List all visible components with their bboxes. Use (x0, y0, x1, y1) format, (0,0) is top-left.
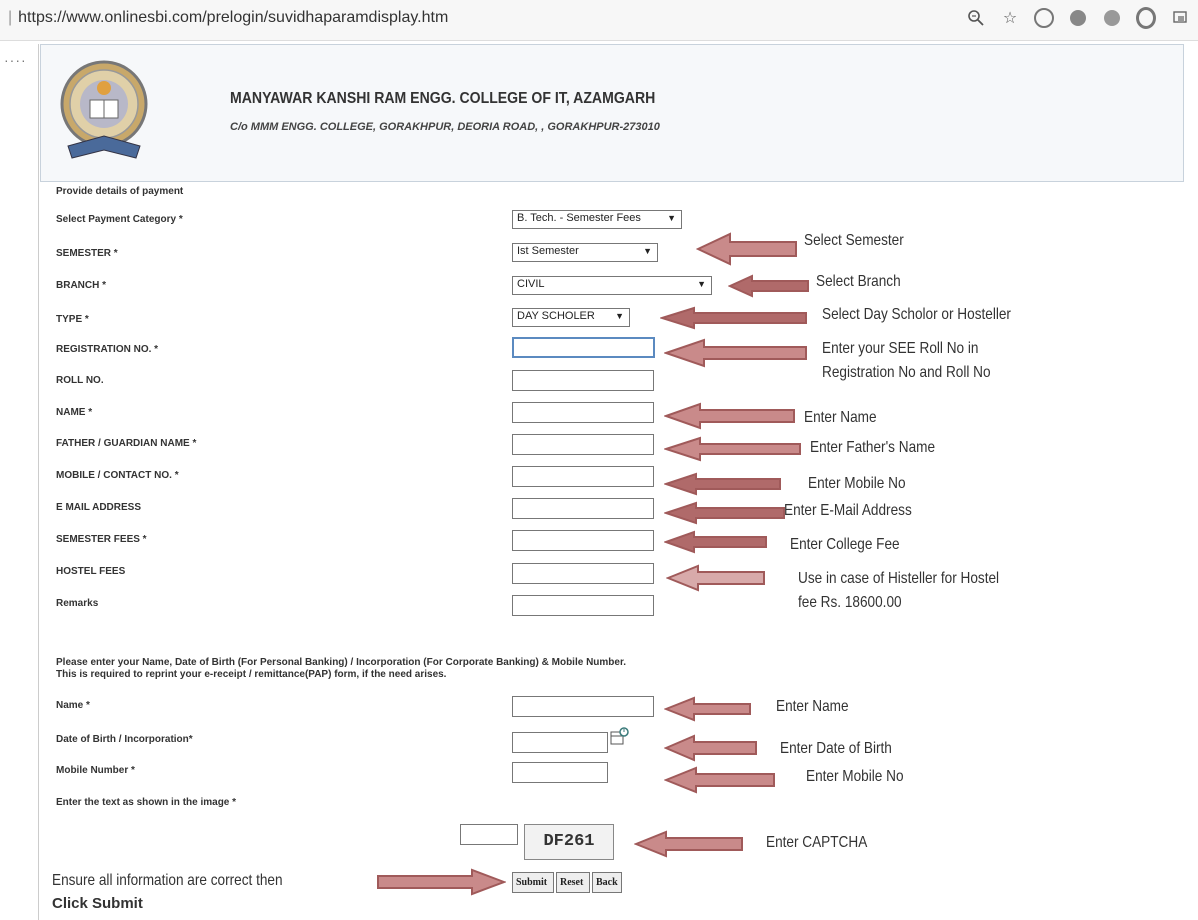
semester-select[interactable]: Ist Semester ▼ (512, 243, 658, 262)
reprint-notice-line2: This is required to reprint your e-recei… (56, 669, 447, 680)
left-arrow-icon (664, 338, 807, 368)
right-arrow-icon (377, 868, 506, 896)
more-dots-icon: ···· (4, 52, 27, 68)
note-enter-mobile: Enter Mobile No (808, 475, 906, 492)
father-name-input[interactable] (512, 434, 654, 455)
note-enter-captcha: Enter CAPTCHA (766, 834, 868, 851)
remarks-label: Remarks (56, 598, 99, 609)
reprint-mobile-input[interactable] (512, 762, 608, 783)
payment-category-label: Select Payment Category * (56, 214, 183, 225)
left-arrow-icon (696, 232, 797, 266)
branch-value: CIVIL (517, 278, 545, 290)
reprint-name-label: Name * (56, 700, 90, 711)
extension-icon[interactable] (1034, 8, 1054, 28)
captcha-input[interactable] (460, 824, 518, 845)
note-enter-dob: Enter Date of Birth (780, 740, 892, 757)
note-roll-line1: Enter your SEE Roll No in (822, 340, 979, 357)
cast-icon[interactable] (1170, 8, 1190, 28)
note-enter-fee: Enter College Fee (790, 536, 900, 553)
back-button[interactable]: Back (592, 872, 622, 893)
left-arrow-icon (660, 306, 807, 330)
note-hostel-line1: Use in case of Histeller for Hostel (798, 570, 1000, 587)
email-label: E MAIL ADDRESS (56, 502, 142, 513)
name-label: NAME * (56, 407, 93, 418)
left-arrow-icon (666, 564, 765, 592)
note-click-submit: Click Submit (52, 895, 143, 912)
mobile-input[interactable] (512, 466, 654, 487)
note-enter-father: Enter Father's Name (810, 439, 936, 456)
extension-icon[interactable] (1102, 8, 1122, 28)
left-arrow-icon (728, 274, 809, 298)
roll-no-input[interactable] (512, 370, 654, 391)
dob-label: Date of Birth / Incorporation* (56, 734, 193, 745)
url-text: https://www.onlinesbi.com/prelogin/suvid… (18, 9, 449, 26)
college-name: MANYAWAR KANSHI RAM ENGG. COLLEGE OF IT,… (230, 90, 656, 107)
left-arrow-icon (664, 734, 757, 762)
chevron-down-icon: ▼ (615, 311, 624, 321)
note-roll-line2: Registration No and Roll No (822, 364, 991, 381)
semester-fees-input[interactable] (512, 530, 654, 551)
mobile-label: MOBILE / CONTACT NO. * (56, 470, 179, 481)
semester-fees-label: SEMESTER FEES * (56, 534, 147, 545)
note-enter-name: Enter Name (804, 409, 877, 426)
note-enter-mobile-2: Enter Mobile No (806, 768, 904, 785)
bookmark-star-icon[interactable]: ☆ (1000, 8, 1020, 28)
captcha-image: DF261 (524, 824, 614, 860)
left-arrow-icon (664, 501, 785, 525)
note-select-semester: Select Semester (804, 232, 904, 249)
browser-address-bar: | https://www.onlinesbi.com/prelogin/suvi… (0, 0, 1198, 41)
note-select-branch: Select Branch (816, 273, 901, 290)
hostel-fees-label: HOSTEL FEES (56, 566, 126, 577)
dob-input[interactable] (512, 732, 608, 753)
college-logo (60, 60, 148, 159)
submit-button[interactable]: Submit (512, 872, 554, 893)
left-arrow-icon (664, 766, 775, 794)
name-input[interactable] (512, 402, 654, 423)
reprint-notice: Please enter your Name, Date of Birth (F… (56, 657, 626, 681)
url-field[interactable]: | https://www.onlinesbi.com/prelogin/suvi… (8, 9, 448, 27)
registration-no-input[interactable] (512, 337, 655, 358)
remarks-input[interactable] (512, 595, 654, 616)
captcha-label: Enter the text as shown in the image * (56, 797, 237, 808)
left-arrow-icon (634, 830, 743, 858)
payment-category-select[interactable]: B. Tech. - Semester Fees ▼ (512, 210, 682, 229)
roll-no-label: ROLL NO. (56, 375, 104, 386)
branch-select[interactable]: CIVIL ▼ (512, 276, 712, 295)
section-title: Provide details of payment (56, 186, 184, 197)
calendar-icon[interactable] (610, 726, 630, 748)
zoom-icon[interactable] (966, 8, 986, 28)
reset-button[interactable]: Reset (556, 872, 590, 893)
left-arrow-icon (664, 696, 751, 722)
semester-label: SEMESTER * (56, 248, 118, 259)
extension-icon[interactable] (1136, 7, 1156, 29)
reprint-notice-line1: Please enter your Name, Date of Birth (F… (56, 657, 627, 668)
reprint-name-input[interactable] (512, 696, 654, 717)
reprint-mobile-label: Mobile Number * (56, 765, 135, 776)
hostel-fees-input[interactable] (512, 563, 654, 584)
email-input[interactable] (512, 498, 654, 519)
payment-category-value: B. Tech. - Semester Fees (517, 212, 641, 224)
chevron-down-icon: ▼ (643, 246, 652, 256)
chevron-down-icon: ▼ (667, 213, 676, 223)
chevron-down-icon: ▼ (697, 279, 706, 289)
type-select[interactable]: DAY SCHOLER ▼ (512, 308, 630, 327)
left-arrow-icon (664, 402, 795, 430)
note-enter-email: Enter E-Mail Address (784, 502, 912, 519)
college-header (40, 44, 1184, 182)
note-ensure: Ensure all information are correct then (52, 872, 283, 889)
adblock-extension-icon[interactable] (1068, 8, 1088, 28)
left-arrow-icon (664, 472, 781, 496)
type-value: DAY SCHOLER (517, 310, 595, 322)
college-address: C/o MMM ENGG. COLLEGE, GORAKHPUR, DEORIA… (230, 121, 660, 133)
note-enter-name-2: Enter Name (776, 698, 849, 715)
father-name-label: FATHER / GUARDIAN NAME * (56, 438, 197, 449)
note-hostel-line2: fee Rs. 18600.00 (798, 594, 902, 611)
registration-no-label: REGISTRATION NO. * (56, 344, 159, 355)
type-label: TYPE * (56, 314, 89, 325)
semester-value: Ist Semester (517, 245, 579, 257)
branch-label: BRANCH * (56, 280, 106, 291)
left-arrow-icon (664, 530, 767, 554)
note-select-type: Select Day Scholor or Hosteller (822, 306, 1011, 323)
left-arrow-icon (664, 436, 801, 462)
